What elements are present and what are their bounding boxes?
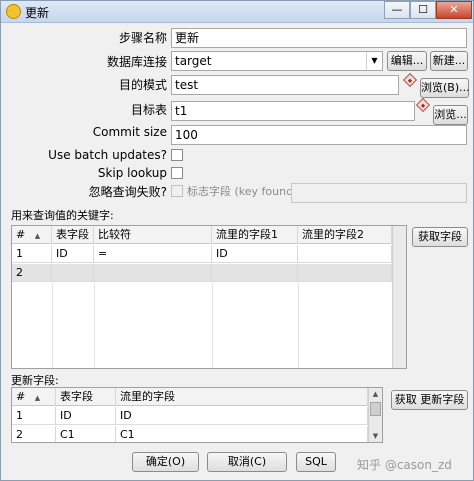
sort-arrow-icon: ▲	[34, 232, 41, 240]
table-row[interactable]: 1 ID = ID	[12, 245, 392, 263]
table-cell[interactable]: =	[94, 245, 212, 263]
table-cell[interactable]: ID	[212, 245, 298, 263]
table-cell[interactable]: ID	[52, 245, 94, 263]
column-header[interactable]: 表字段	[52, 226, 94, 244]
variable-icon	[402, 72, 418, 88]
commit-size-input[interactable]: 100	[171, 125, 467, 145]
skip-lookup-label: Skip lookup	[97, 166, 167, 180]
batch-updates-label: Use batch updates?	[48, 148, 167, 162]
window-title: 更新	[25, 6, 50, 20]
ignore-lookup-fail-label: 忽略查询失败?	[88, 185, 167, 199]
target-schema-label: 目的模式	[118, 78, 167, 92]
column-header[interactable]: # ▲	[12, 388, 56, 406]
row-number: 2	[12, 426, 56, 442]
batch-updates-checkbox[interactable]	[171, 149, 183, 161]
column-header[interactable]: 比较符	[94, 226, 212, 244]
table-row[interactable]: 1 ID ID	[12, 407, 368, 425]
update-section-label: 更新字段:	[11, 374, 59, 387]
maximize-button[interactable]: ☐	[410, 1, 436, 19]
sql-button[interactable]: SQL	[296, 452, 336, 472]
scroll-thumb[interactable]	[370, 402, 381, 416]
update-table-header: # ▲ 表字段 流里的字段	[12, 388, 368, 406]
table-cell[interactable]: ID	[116, 407, 368, 425]
row-number: 1	[12, 407, 56, 425]
db-connection-label: 数据库连接	[106, 55, 167, 69]
column-header[interactable]: # ▲	[12, 226, 52, 244]
commit-size-label: Commit size	[92, 125, 167, 139]
update-table-scrollbar[interactable]: ▲ ▼	[368, 388, 382, 442]
close-button[interactable]: ✕	[436, 1, 472, 19]
skip-lookup-checkbox[interactable]	[171, 167, 183, 179]
row-number: 1	[12, 245, 52, 263]
target-table-label: 目标表	[130, 103, 167, 117]
minimize-button[interactable]: —	[384, 1, 410, 19]
update-dialog: 更新 — ☐ ✕ 步骤名称 更新 数据库连接 target ▼ 编辑... 新建…	[0, 0, 474, 481]
table-cell[interactable]	[52, 264, 94, 282]
ok-button[interactable]: 确定(O)	[132, 452, 199, 472]
chevron-down-icon[interactable]: ▼	[366, 52, 382, 70]
scroll-up-icon[interactable]: ▲	[369, 388, 382, 400]
step-name-input[interactable]: 更新	[171, 28, 467, 48]
keys-section-label: 用来查询值的关键字:	[11, 209, 114, 222]
column-header[interactable]: 流里的字段1	[212, 226, 298, 244]
new-connection-button[interactable]: 新建...	[430, 51, 468, 71]
sort-arrow-icon: ▲	[34, 394, 41, 402]
step-name-label: 步骤名称	[118, 31, 167, 45]
table-cell[interactable]	[298, 245, 392, 263]
column-header[interactable]: 流里的字段2	[298, 226, 392, 244]
get-fields-button[interactable]: 获取字段	[412, 227, 468, 247]
update-fields-table: # ▲ 表字段 流里的字段 1 ID ID 2 C1 C1 ▲ ▼	[11, 387, 383, 443]
db-connection-value: target	[175, 54, 212, 68]
row-number: 2	[12, 264, 52, 282]
table-cell[interactable]	[298, 264, 392, 282]
variable-icon	[415, 97, 431, 113]
table-cell[interactable]: C1	[116, 426, 368, 442]
column-header[interactable]: 流里的字段	[116, 388, 368, 406]
cancel-button[interactable]: 取消(C)	[207, 452, 287, 472]
table-row[interactable]: 2 C1 C1	[12, 426, 368, 442]
flag-field-checkbox[interactable]	[171, 185, 183, 197]
empty-grid-area	[12, 283, 392, 368]
table-cell[interactable]: C1	[56, 426, 116, 442]
keys-table-header: # ▲ 表字段 比较符 流里的字段1 流里的字段2	[12, 226, 392, 244]
table-cell[interactable]	[212, 264, 298, 282]
column-header[interactable]: 表字段	[56, 388, 116, 406]
edit-connection-button[interactable]: 编辑...	[387, 51, 427, 71]
flag-field-label: 标志字段 (key found)	[187, 185, 298, 198]
keys-table: # ▲ 表字段 比较符 流里的字段1 流里的字段2 1 ID = ID 2	[11, 225, 407, 369]
keys-table-scrollbar[interactable]	[392, 226, 406, 368]
refresh-icon	[6, 4, 21, 19]
db-connection-select[interactable]: target ▼	[171, 51, 383, 71]
watermark: 知乎 @cason_zd	[357, 458, 452, 472]
flag-field-input[interactable]	[291, 183, 467, 203]
target-schema-input[interactable]: test	[171, 75, 399, 95]
scroll-down-icon[interactable]: ▼	[369, 430, 382, 442]
target-table-input[interactable]: t1	[171, 101, 415, 121]
table-row[interactable]: 2	[12, 264, 392, 282]
browse-table-button[interactable]: 浏览...	[433, 105, 468, 125]
get-update-fields-button[interactable]: 获取 更新字段	[391, 390, 468, 410]
table-cell[interactable]: ID	[56, 407, 116, 425]
browse-schema-button[interactable]: 浏览(B)...	[420, 78, 470, 98]
title-bar: 更新 — ☐ ✕	[1, 1, 473, 23]
table-cell[interactable]	[94, 264, 212, 282]
